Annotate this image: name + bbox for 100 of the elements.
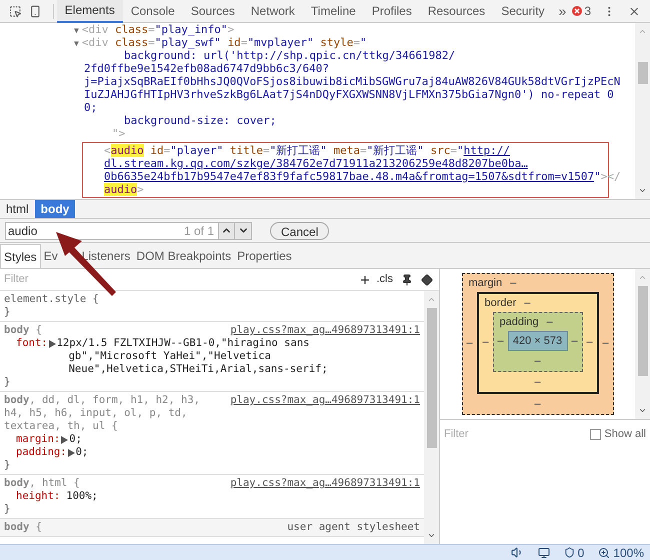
scroll-down-icon[interactable] (638, 186, 647, 195)
box-model-value: – (465, 336, 474, 351)
box-model-value: – (546, 314, 553, 330)
box-model-value: – (601, 336, 610, 351)
closing-brace: } (4, 306, 10, 319)
property-name: margin: (16, 433, 60, 446)
sidebar-tab[interactable]: Ev Listeners (40, 244, 134, 268)
box-model-value: – (524, 296, 530, 311)
closing-brace: } (4, 459, 10, 472)
expand-triangle-icon[interactable] (48, 340, 56, 348)
panel-tab[interactable]: Elements (56, 0, 123, 22)
scrollbar[interactable] (635, 23, 650, 199)
error-icon (572, 6, 582, 16)
monitor-icon[interactable] (538, 546, 550, 558)
box-model-value: – (510, 276, 516, 291)
panel-tab[interactable]: Resources (420, 0, 494, 22)
source-link[interactable]: play.css?max_ag…496897313491:1 (230, 477, 420, 490)
source-link[interactable]: play.css?max_ag…496897313491:1 (230, 324, 420, 337)
expand-triangle-icon[interactable] (61, 436, 68, 444)
expand-triangle-icon[interactable] (68, 449, 75, 457)
sidebar-tab[interactable]: Styles (0, 244, 41, 268)
zoom-level[interactable]: 100% (598, 544, 644, 560)
dom-line: 0; (83, 101, 98, 114)
zoom-icon (598, 546, 610, 558)
rule-selector: body, html { (4, 477, 81, 490)
cancel-button[interactable]: Cancel (270, 222, 330, 240)
inspect-icon[interactable] (9, 4, 22, 18)
dom-line: IuZJAHJGfHTIpHV3rhveSzkBg6LAat7jS4nDQyFXGXWSNN8VjLFMXn375bGia7Ngn0') no-repeat 0 (83, 88, 614, 101)
box-model-value: – (585, 334, 594, 350)
dom-line: background: url('http://shp.qpic.cn/ttkg/34661982/ (123, 49, 456, 62)
property-name: height: (16, 490, 60, 503)
speaker-icon[interactable] (510, 546, 524, 559)
box-model-value: – (570, 334, 579, 349)
property-value: 0; (69, 433, 82, 446)
panel-tab[interactable]: Timeline (302, 0, 364, 22)
property-name: font: (16, 337, 48, 351)
sidebar-tab[interactable]: DOM Breakpoints (133, 244, 234, 268)
panel-tab[interactable]: Network (242, 0, 303, 22)
box-model-value: – (534, 396, 541, 412)
property-value: 12px/1.5 FZLTXIHJW--GB1-0,"hiragino sans gb","Microsoft YaHei","Helvetica Neue",Helvetica,STHeiTi,Arial,sans-serif; (56, 337, 329, 376)
panel-tab[interactable]: Security (493, 0, 553, 22)
closing-brace: } (4, 503, 10, 516)
error-counter[interactable]: 3 (572, 2, 592, 20)
scrollbar[interactable] (635, 269, 650, 419)
url-link[interactable]: dl.stream.kg.qq.com/szkge/384762e7d71911a213206259e48d8207be0ba… (104, 157, 528, 170)
shield-icon (564, 547, 575, 558)
blocked-counter[interactable]: 0 (564, 544, 584, 560)
property-value: 100%; (66, 490, 98, 503)
rule-selector: element.style { (4, 293, 100, 306)
class-toggle-button[interactable]: .cls (376, 271, 393, 288)
scrollbar-thumb[interactable] (638, 62, 648, 84)
previous-match-button[interactable] (218, 222, 235, 240)
device-icon[interactable] (29, 4, 42, 18)
dom-line: ▼ <div class="play_swf" id="mvplayer" style=" (73, 36, 367, 49)
diamond-icon[interactable] (421, 274, 433, 286)
dom-line: background-size: cover; (123, 114, 276, 127)
breadcrumb[interactable]: body (34, 200, 76, 218)
property-name: padding: (16, 446, 67, 459)
dom-line: ▼ <div class="play_info"> (73, 23, 234, 36)
box-model-value: – (481, 334, 490, 350)
scrollbar[interactable] (424, 291, 439, 544)
source-label: user agent stylesheet (287, 521, 420, 534)
dom-line: j=PiajxSqBRaEIf0bHhsJQ0QVoFSjos8ibuwib8icMibSGWGru7aj84uAW826V84GUk58dtVGrIjzPEcN (83, 75, 620, 88)
box-model-label: margin (468, 276, 502, 291)
url-link[interactable]: 0b6635e24bfb17b9547e47ef83f9fafc59817bae.48.m4a&fromtag=1507&sdtfrom=v1507 (104, 170, 594, 183)
scroll-down-icon[interactable] (427, 531, 436, 540)
property-value: 0; (76, 446, 88, 459)
dom-line: "> (111, 127, 126, 140)
show-all-checkbox[interactable]: Show all (590, 426, 646, 442)
pin-icon[interactable] (401, 274, 413, 286)
match-count: 1 of 1 (184, 222, 218, 240)
scrollbar-thumb[interactable] (638, 286, 648, 376)
closing-brace: } (4, 376, 10, 389)
source-link[interactable]: play.css?max_ag…496897313491:1 (230, 394, 420, 407)
rule-selector: body { (4, 521, 43, 534)
dom-line: 2fd0ffbe9e1542efb08ad6747d9bb6c3/640? (83, 62, 330, 75)
url-link[interactable]: http:// (464, 144, 510, 157)
search-field[interactable]: audio (5, 222, 184, 240)
dom-line: <audio id="player" title="新打工谣" meta="新打工谣" src="http:// (104, 144, 510, 157)
new-rule-icon[interactable] (358, 274, 370, 286)
box-model-value: – (496, 334, 505, 349)
box-model-value: – (534, 374, 541, 390)
breadcrumb[interactable]: html (0, 200, 35, 218)
scroll-down-icon[interactable] (638, 406, 647, 415)
panel-tab[interactable]: Sources (182, 0, 243, 22)
panel-tab[interactable]: Console (122, 0, 183, 22)
box-model-label: padding (498, 314, 539, 330)
next-match-button[interactable] (235, 222, 252, 240)
more-tabs-button[interactable]: » (552, 0, 572, 22)
box-model-value: – (534, 354, 541, 369)
computed-filter-field[interactable]: Filter (444, 426, 590, 442)
scrollbar-thumb[interactable] (426, 308, 436, 448)
sidebar-tab[interactable]: Properties (234, 244, 295, 268)
panel-tab[interactable]: Profiles (364, 0, 420, 22)
content-box: 420 × 573 (508, 331, 568, 351)
rule-selector: body { (4, 324, 43, 337)
dom-line: audio> (104, 183, 144, 196)
styles-filter-field[interactable]: Filter (4, 271, 358, 288)
rule-selector: body, dd, dl, form, h1, h2, h3, h4, h5, h6, input, ol, p, td, textarea, th, ul { (4, 394, 201, 433)
box-model-label: border (484, 296, 516, 311)
